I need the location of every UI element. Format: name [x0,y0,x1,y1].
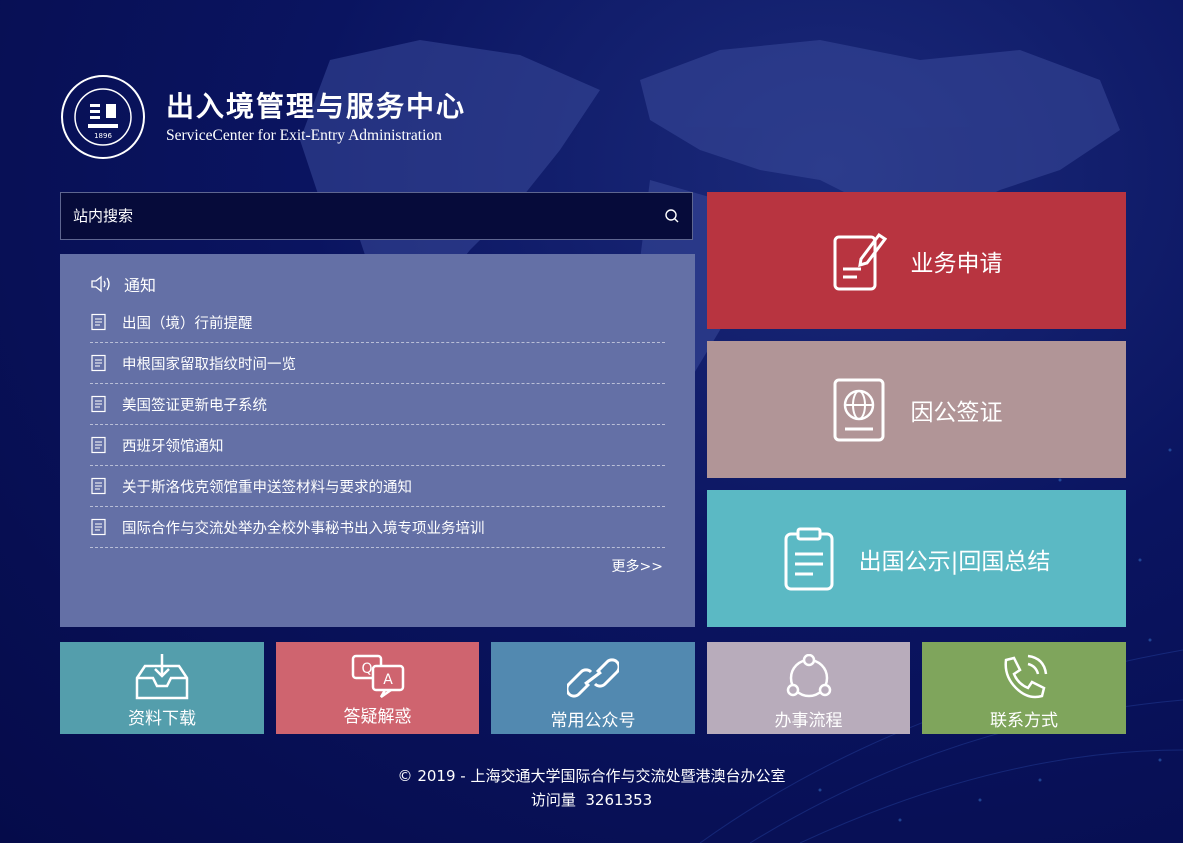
copyright-text: © 2019 - 上海交通大学国际合作与交流处暨港澳台办公室 [397,767,786,785]
svg-text:1896: 1896 [94,132,112,140]
site-subtitle: ServiceCenter for Exit-Entry Administrat… [166,127,442,144]
document-icon [91,436,106,454]
wechat-accounts-label[interactable]: 常用公众号 [551,706,636,731]
document-icon [91,395,106,413]
contact-label[interactable]: 联系方式 [990,706,1058,731]
faq-tile[interactable]: Q A 答疑解惑 [276,642,479,734]
link-icon [567,658,619,698]
speaker-icon [91,275,110,293]
edit-document-icon [833,232,887,290]
clipboard-icon [784,527,834,590]
inbox-download-icon [135,654,189,700]
process-label[interactable]: 办事流程 [775,706,843,731]
document-icon [91,518,106,536]
notice-item-title[interactable]: 关于斯洛伐克领馆重申送签材料与要求的通知 [122,476,412,497]
notice-heading: 通知 [90,272,156,296]
notice-item-title[interactable]: 申根国家留取指纹时间一览 [122,353,296,374]
notice-item[interactable]: 国际合作与交流处举办全校外事秘书出入境专项业务培训 [90,507,665,548]
download-tile[interactable]: 资料下载 [60,642,264,734]
passport-icon [833,378,884,441]
notice-item[interactable]: 申根国家留取指纹时间一览 [90,343,665,384]
notice-heading-label: 通知 [124,276,157,295]
search-button[interactable] [652,193,692,239]
document-icon [91,354,106,372]
qa-chat-icon: Q A [351,654,404,698]
faq-label[interactable]: 答疑解惑 [344,702,412,727]
notice-item-title[interactable]: 国际合作与交流处举办全校外事秘书出入境专项业务培训 [122,517,485,538]
search-input[interactable] [61,192,652,240]
notice-item-title[interactable]: 美国签证更新电子系统 [122,394,267,415]
notice-item[interactable]: 美国签证更新电子系统 [90,384,665,425]
notice-item-title[interactable]: 西班牙领馆通知 [122,435,224,456]
download-label[interactable]: 资料下载 [128,704,196,729]
business-application-tile[interactable]: 业务申请 [707,192,1126,329]
notice-item[interactable]: 出国（境）行前提醒 [90,302,665,343]
notice-item-title[interactable]: 出国（境）行前提醒 [122,312,253,333]
notice-panel: 通知 出国（境）行前提醒 申根国家留取指纹时间一览 美国签证更新电子系统 西班牙… [60,254,695,627]
wechat-accounts-tile[interactable]: 常用公众号 [491,642,695,734]
notice-item[interactable]: 西班牙领馆通知 [90,425,665,466]
official-visa-tile[interactable]: 因公签证 [707,341,1126,478]
svg-text:A: A [383,672,393,688]
site-title: 出入境管理与服务中心 [166,90,467,123]
site-footer: © 2019 - 上海交通大学国际合作与交流处暨港澳台办公室 访问量 32613… [0,764,1183,812]
phone-icon [1004,654,1048,699]
document-icon [91,313,106,331]
site-header: 1896 出入境管理与服务中心 ServiceCenter for Exit-E… [60,74,466,160]
visit-counter-label: 访问量 [530,791,576,809]
contact-tile[interactable]: 联系方式 [922,642,1126,734]
site-search-bar [60,192,693,240]
visit-counter: 访问量 3261353 [0,788,1183,812]
more-link[interactable]: 更多>> [612,556,663,576]
official-visa-label[interactable]: 因公签证 [911,393,1003,427]
notice-item[interactable]: 关于斯洛伐克领馆重申送签材料与要求的通知 [90,466,665,507]
document-icon [91,477,106,495]
notice-list: 出国（境）行前提醒 申根国家留取指纹时间一览 美国签证更新电子系统 西班牙领馆通… [90,302,665,548]
business-application-label[interactable]: 业务申请 [911,244,1003,278]
visit-counter-value: 3261353 [585,791,653,809]
search-icon [665,209,679,223]
university-seal-logo[interactable]: 1896 [60,74,146,160]
process-tile[interactable]: 办事流程 [707,642,910,734]
publicity-summary-tile[interactable]: 出国公示|回国总结 [707,490,1126,627]
publicity-summary-label[interactable]: 出国公示|回国总结 [859,542,1051,576]
process-cycle-icon [786,654,831,698]
svg-text:Q: Q [361,661,372,677]
